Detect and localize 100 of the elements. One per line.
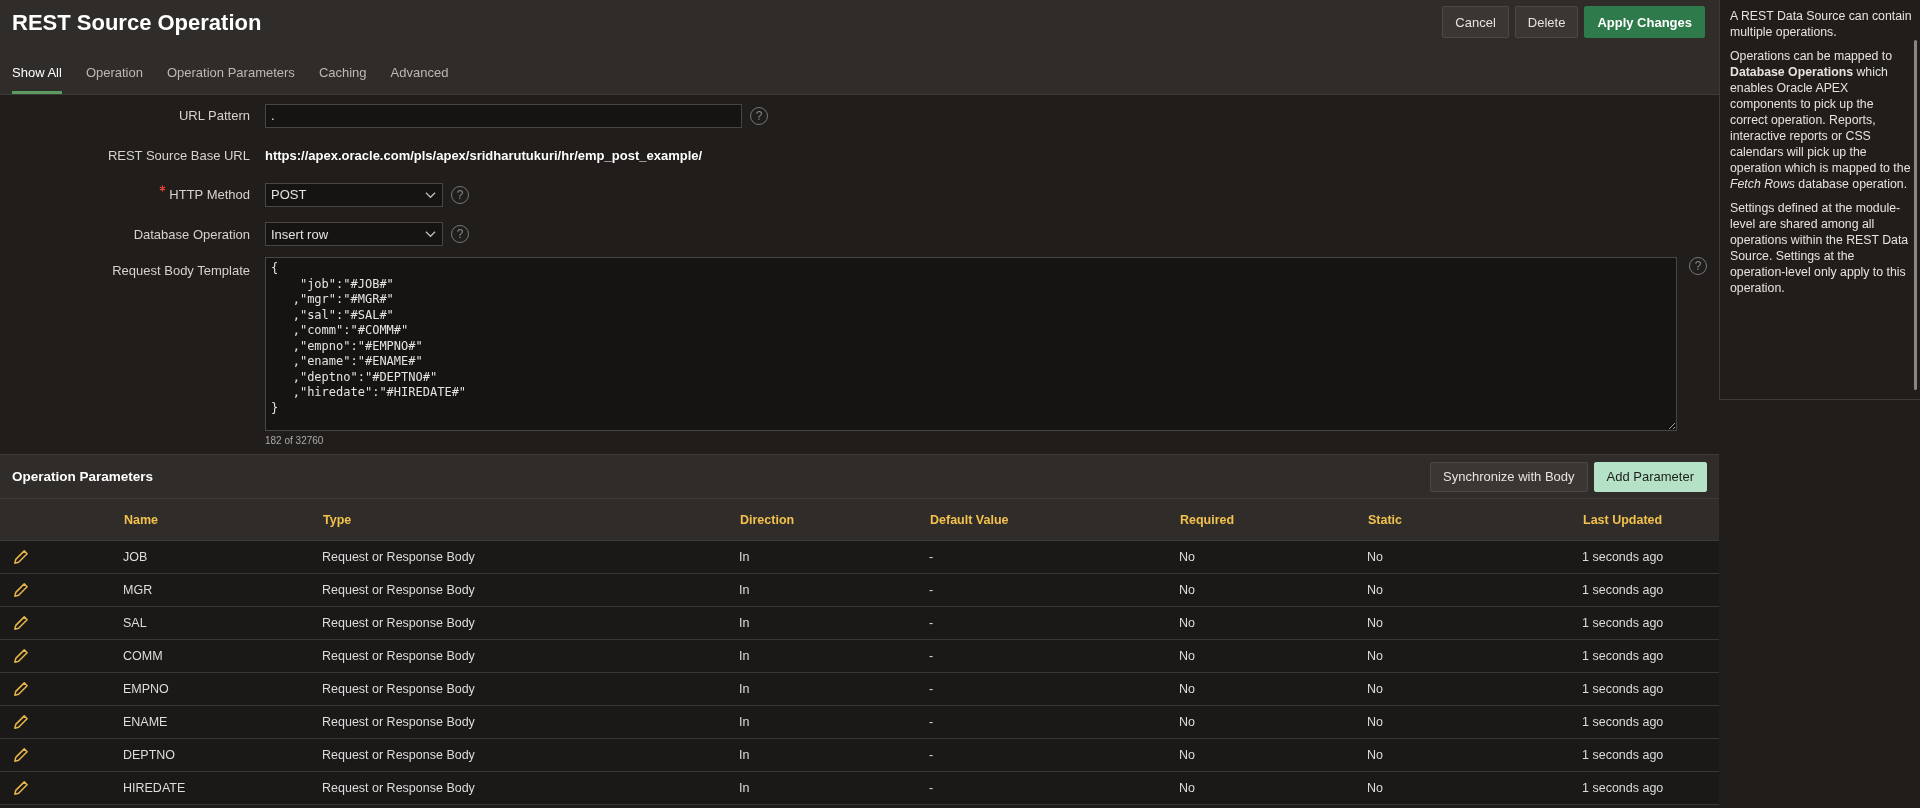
table-cell: Request or Response Body bbox=[322, 738, 739, 772]
table-cell: - bbox=[929, 639, 1179, 673]
table-cell: Request or Response Body bbox=[322, 771, 739, 805]
action-button[interactable]: Add Parameter bbox=[1593, 461, 1707, 492]
table-cell: Request or Response Body bbox=[322, 705, 739, 739]
table-cell: No bbox=[1367, 672, 1582, 706]
column-header[interactable]: Default Value bbox=[929, 499, 1179, 541]
table-cell: - bbox=[929, 771, 1179, 805]
table-cell: In bbox=[739, 540, 929, 574]
table-cell: Request or Response Body bbox=[322, 606, 739, 640]
tab[interactable]: Operation Parameters bbox=[166, 54, 295, 94]
table-cell: In bbox=[739, 573, 929, 607]
field-label: Request Body Template bbox=[112, 263, 250, 278]
table-cell: - bbox=[929, 738, 1179, 772]
table-cell: COMM bbox=[123, 639, 322, 673]
table-cell: No bbox=[1367, 771, 1582, 805]
table-cell: 1 seconds ago bbox=[1582, 573, 1719, 607]
table-cell: DEPTNO bbox=[123, 738, 322, 772]
table-cell: 1 seconds ago bbox=[1582, 639, 1719, 673]
table-cell: Request or Response Body bbox=[322, 639, 739, 673]
pencil-icon[interactable] bbox=[12, 680, 29, 698]
action-button[interactable]: Delete bbox=[1514, 6, 1579, 38]
table-cell: 1 seconds ago bbox=[1582, 540, 1719, 574]
action-button[interactable]: Apply Changes bbox=[1584, 6, 1705, 38]
url-pattern-field[interactable]: . bbox=[265, 103, 742, 128]
table-cell: No bbox=[1179, 705, 1367, 739]
table-cell: - bbox=[929, 573, 1179, 607]
pencil-icon[interactable] bbox=[12, 647, 29, 665]
table-cell: In bbox=[739, 639, 929, 673]
section-title: Operation Parameters bbox=[12, 469, 154, 484]
table-cell: No bbox=[1367, 639, 1582, 673]
table-cell: No bbox=[1367, 540, 1582, 574]
table-cell: No bbox=[1367, 738, 1582, 772]
table-cell: - bbox=[929, 606, 1179, 640]
column-header[interactable]: Type bbox=[322, 499, 739, 541]
table-cell: No bbox=[1179, 771, 1367, 805]
table-cell: 1 seconds ago bbox=[1582, 771, 1719, 805]
table-cell: No bbox=[1179, 639, 1367, 673]
tab[interactable]: Show All bbox=[12, 54, 62, 94]
field-label: Database Operation bbox=[133, 226, 250, 242]
table-cell: - bbox=[929, 672, 1179, 706]
table-cell: - bbox=[929, 705, 1179, 739]
chevron-icon bbox=[425, 190, 436, 199]
column-header[interactable]: Name bbox=[123, 499, 322, 541]
table-cell: In bbox=[739, 606, 929, 640]
table-cell: In bbox=[739, 705, 929, 739]
page-title: REST Source Operation bbox=[12, 10, 262, 36]
chevron-icon bbox=[425, 230, 436, 239]
pencil-icon[interactable] bbox=[12, 614, 29, 632]
pencil-icon[interactable] bbox=[12, 779, 29, 797]
tab[interactable]: Caching bbox=[318, 54, 367, 94]
field-label: REST Source Base URL bbox=[107, 147, 250, 163]
table-cell: ENAME bbox=[123, 705, 322, 739]
table-cell: Request or Response Body bbox=[322, 573, 739, 607]
table-cell: No bbox=[1179, 573, 1367, 607]
column-header[interactable]: Static bbox=[1367, 499, 1582, 541]
column-header[interactable]: Direction bbox=[739, 499, 929, 541]
action-button[interactable]: Cancel bbox=[1442, 6, 1509, 38]
table-cell: Request or Response Body bbox=[322, 672, 739, 706]
table-cell: SAL bbox=[123, 606, 322, 640]
field-label: HTTP Method bbox=[169, 187, 250, 203]
tab[interactable]: Operation bbox=[85, 54, 143, 94]
action-button[interactable]: Synchronize with Body bbox=[1430, 461, 1588, 492]
pencil-icon[interactable] bbox=[12, 581, 29, 599]
table-cell: No bbox=[1367, 573, 1582, 607]
select-field[interactable]: POST bbox=[265, 182, 443, 207]
table-cell: No bbox=[1367, 606, 1582, 640]
table-cell: No bbox=[1179, 606, 1367, 640]
table-cell: No bbox=[1179, 738, 1367, 772]
table-cell: MGR bbox=[123, 573, 322, 607]
table-cell: In bbox=[739, 738, 929, 772]
table-cell: No bbox=[1179, 672, 1367, 706]
help-text: Settings defined at the module-level are shared among all operations within the REST Data Source. Settings at the operation-level only apply to this operation. bbox=[1730, 200, 1910, 296]
table-cell: 1 seconds ago bbox=[1582, 738, 1719, 772]
table-cell: 1 seconds ago bbox=[1582, 672, 1719, 706]
table-cell: Request or Response Body bbox=[322, 540, 739, 574]
column-header[interactable]: Last Updated bbox=[1582, 499, 1719, 541]
character-counter: 182 of 32760 bbox=[265, 435, 325, 446]
field-label: URL Pattern bbox=[178, 108, 250, 124]
table-cell: 1 seconds ago bbox=[1582, 705, 1719, 739]
help-text: Operations can be mapped to Database Operations which enables Oracle APEX components to pick up the correct operation. Reports, interactive reports or CSS calendars will pick up the operation which is mapped to the Fetch Rows database operation. bbox=[1730, 48, 1912, 192]
pencil-icon[interactable] bbox=[12, 713, 29, 731]
scrollbar[interactable] bbox=[1914, 40, 1917, 390]
tab[interactable]: Advanced bbox=[390, 54, 449, 94]
table-cell: No bbox=[1367, 705, 1582, 739]
pencil-icon[interactable] bbox=[12, 746, 29, 764]
table-cell: In bbox=[739, 672, 929, 706]
request-body-field[interactable]: { "job":"#JOB#" ,"mgr":"#MGR#" ,"sal":"#SAL#" ,"comm":"#COMM#" ,"empno":"#EMPNO#" ,"ename":"#ENAME#" ,"deptno":"#DEPTNO#" ,"hiredate":"#HIREDATE#" } bbox=[265, 257, 1677, 431]
table-cell: In bbox=[739, 771, 929, 805]
table-cell: EMPNO bbox=[123, 672, 322, 706]
table-cell: - bbox=[929, 540, 1179, 574]
help-text: A REST Data Source can contain multiple operations. bbox=[1730, 8, 1912, 40]
table-cell: No bbox=[1179, 540, 1367, 574]
base-url-value: https://apex.oracle.com/pls/apex/sridharutukuri/hr/emp_post_example/ bbox=[265, 147, 703, 163]
column-header[interactable]: Required bbox=[1179, 499, 1367, 541]
table-cell: 1 seconds ago bbox=[1582, 606, 1719, 640]
table-cell: JOB bbox=[123, 540, 322, 574]
table-cell: HIREDATE bbox=[123, 771, 322, 805]
pencil-icon[interactable] bbox=[12, 548, 29, 566]
select-field[interactable]: Insert row bbox=[265, 222, 443, 247]
